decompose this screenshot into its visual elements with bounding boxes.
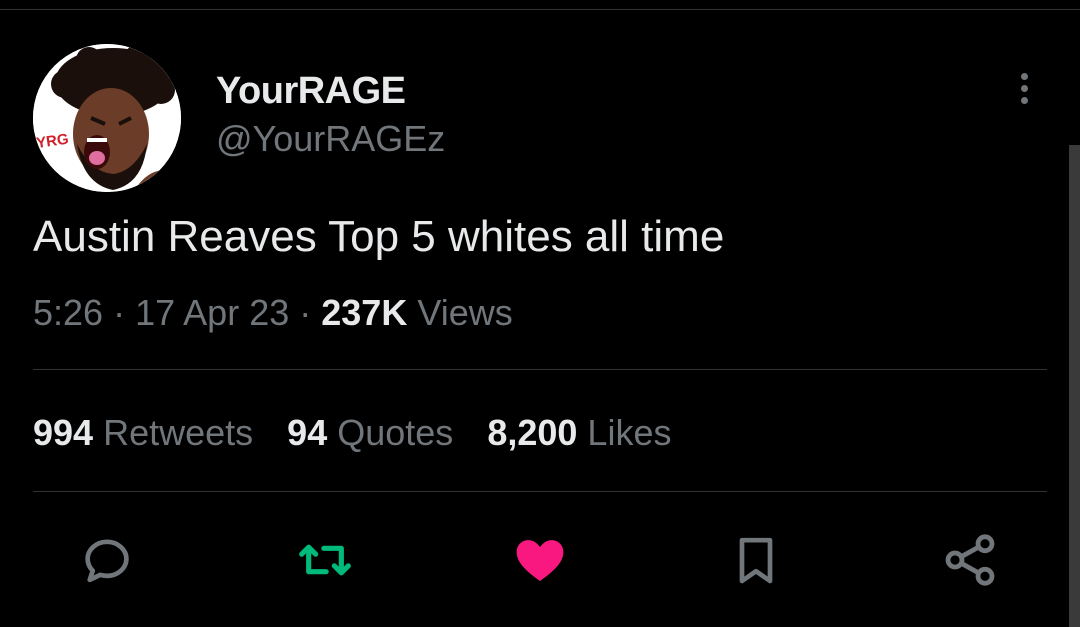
quotes-stat[interactable]: 94 Quotes <box>287 412 453 454</box>
quotes-label: Quotes <box>337 412 454 453</box>
reply-button[interactable] <box>77 530 137 590</box>
tweet-stats: 994 Retweets 94 Quotes 8,200 Likes <box>33 412 671 454</box>
tweet-meta: 5:26 · 17 Apr 23 · 237K Views <box>33 292 513 334</box>
meta-separator: · <box>299 292 312 333</box>
retweet-button[interactable] <box>295 530 355 590</box>
heart-icon <box>516 540 564 581</box>
author-display-name[interactable]: YourRAGE <box>216 70 406 113</box>
tweet-time[interactable]: 5:26 <box>33 292 103 333</box>
more-vertical-icon[interactable] <box>1006 66 1042 110</box>
meta-separator: · <box>113 292 126 333</box>
divider <box>33 369 1047 370</box>
retweet-icon <box>299 544 351 576</box>
share-button[interactable] <box>940 530 1000 590</box>
avatar[interactable]: YRG <box>33 44 181 192</box>
retweets-label: Retweets <box>103 412 254 453</box>
retweets-count: 994 <box>33 412 94 453</box>
retweets-stat[interactable]: 994 Retweets <box>33 412 253 454</box>
views-label: Views <box>417 292 513 333</box>
more-dot <box>1020 96 1028 104</box>
top-divider <box>0 9 1080 10</box>
bookmark-button[interactable] <box>726 530 786 590</box>
author-handle[interactable]: @YourRAGEz <box>216 118 445 160</box>
like-button[interactable] <box>510 530 570 590</box>
more-dot <box>1020 72 1028 80</box>
reply-icon <box>85 539 129 583</box>
likes-stat[interactable]: 8,200 Likes <box>487 412 671 454</box>
more-dot <box>1020 84 1028 92</box>
bookmark-icon <box>739 537 773 584</box>
divider <box>33 491 1047 492</box>
views-count: 237K <box>321 292 408 333</box>
likes-count: 8,200 <box>487 412 578 453</box>
scrollbar[interactable] <box>1069 145 1080 627</box>
share-icon <box>945 534 995 586</box>
quotes-count: 94 <box>287 412 328 453</box>
tweet-text: Austin Reaves Top 5 whites all time <box>33 212 725 261</box>
tweet-date[interactable]: 17 Apr 23 <box>135 292 289 333</box>
likes-label: Likes <box>587 412 672 453</box>
avatar-image: YRG <box>33 44 181 192</box>
